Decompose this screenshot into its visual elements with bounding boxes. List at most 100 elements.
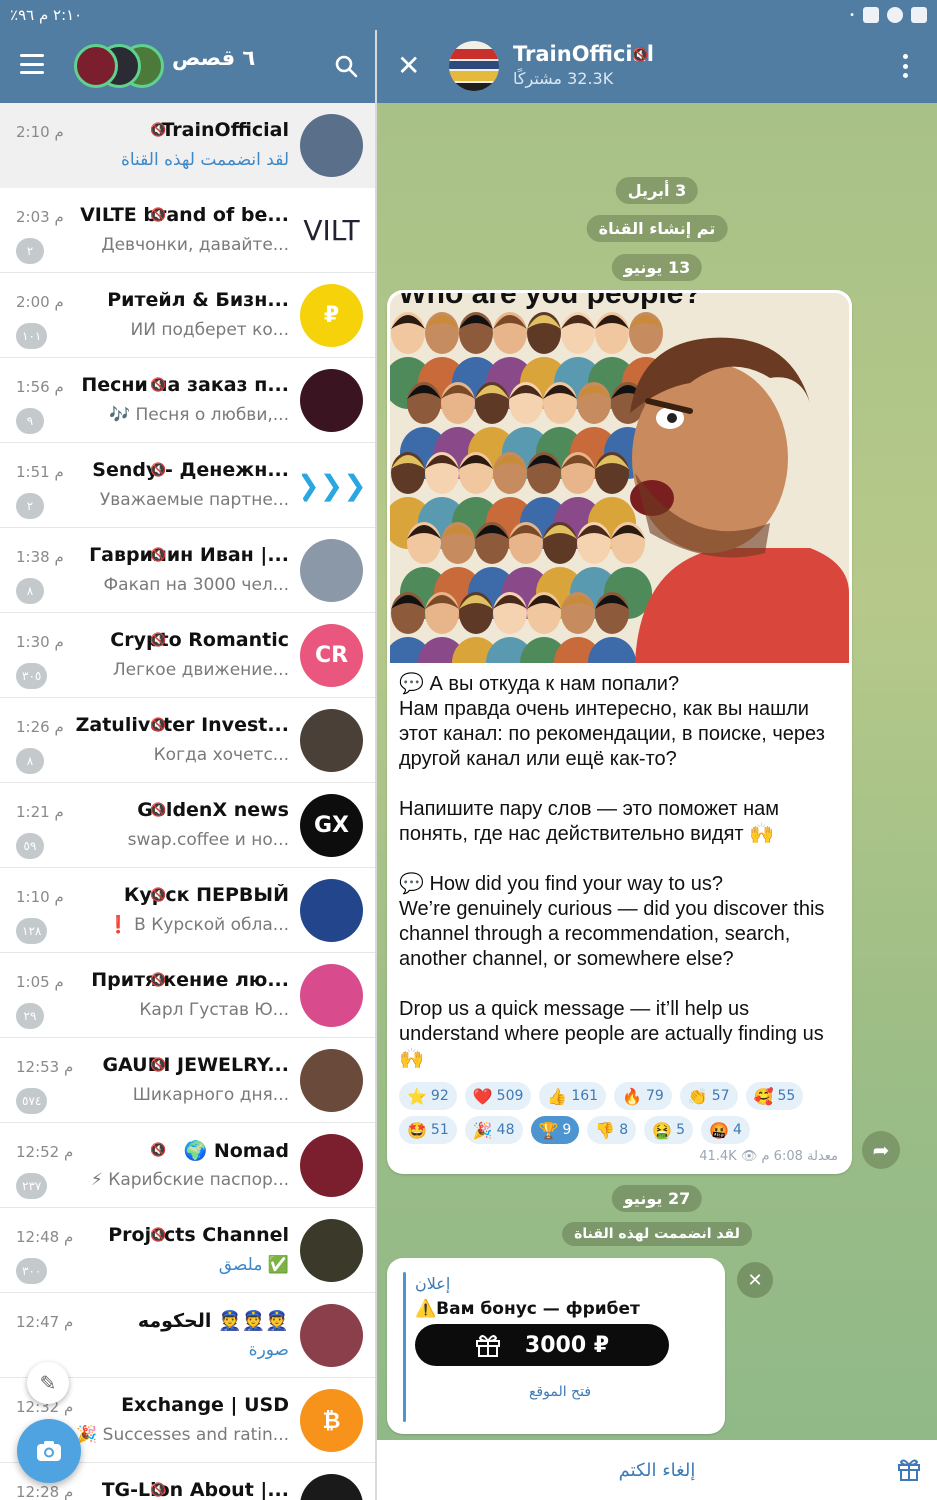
chat-row[interactable]: Zatuliveter Invest... 🔇 1:26 م Когда хочетс… (0, 698, 375, 783)
reaction-chip[interactable]: ❤️ 509 (464, 1082, 532, 1110)
chat-row[interactable]: VILT VILTE brand of be... 🔇 2:03 م Девчонки,… (0, 188, 375, 273)
ad-open-site-link[interactable]: فتح الموقع (415, 1384, 705, 1400)
chat-name: Притяжение лю... (91, 969, 289, 991)
chat-time: 1:10 م (16, 888, 64, 906)
muted-icon: 🔇 (150, 633, 167, 648)
channel-pane: ✕ TrainOfficial 🔇 32.3K مشتركًا 3 أبريل … (377, 0, 937, 1500)
unmute-button[interactable]: إلغاء الكتم (377, 1440, 937, 1500)
reaction-emoji: 🤬 (709, 1120, 729, 1140)
reaction-chip[interactable]: 🤩 51 (399, 1116, 457, 1144)
stories-title[interactable]: ٦ قصص (172, 46, 255, 70)
reaction-chip[interactable]: 👍 161 (539, 1082, 607, 1110)
reaction-chip[interactable]: 🔥 79 (614, 1082, 672, 1110)
reaction-chip[interactable]: 🥰 55 (745, 1082, 804, 1110)
chat-row[interactable]: CR Crypto Romantic 🔇 1:30 م Легкое движение.… (0, 613, 375, 698)
reaction-chip[interactable]: 🤬 4 (701, 1116, 750, 1144)
chat-preview: Факап на 3000 чел... (103, 575, 289, 595)
chat-avatar[interactable]: VILT (300, 199, 363, 262)
chat-list: TrainOfficial 🔇 2:10 م لقد انضممت لهذه القن… (0, 103, 375, 1500)
chat-row[interactable]: TrainOfficial 🔇 2:10 م لقد انضممت لهذه القن… (0, 103, 375, 188)
ad-label: إعلان (415, 1274, 451, 1293)
chat-avatar[interactable]: ₽ (300, 284, 363, 347)
post-image[interactable]: Who are you people? (390, 293, 849, 663)
chat-avatar[interactable]: ❯❯❯ (300, 454, 363, 517)
chat-avatar[interactable] (300, 709, 363, 772)
chat-name: Ритейл & Бизн... (107, 289, 289, 311)
chat-avatar[interactable] (300, 1304, 363, 1367)
chat-time: 2:10 م (16, 123, 64, 141)
chat-row[interactable]: GX GoldenX news 🔇 1:21 م swap.coffee и но...… (0, 783, 375, 868)
ad-button[interactable]: 3000 ₽ (415, 1324, 669, 1366)
chat-avatar[interactable] (300, 1134, 363, 1197)
chat-avatar[interactable] (300, 114, 363, 177)
date-pill: 27 يونيو (611, 1185, 703, 1212)
muted-icon: 🔇 (150, 378, 167, 393)
chat-preview: صورة (248, 1340, 289, 1360)
reaction-emoji: 🏆 (538, 1120, 559, 1140)
search-icon[interactable] (334, 54, 358, 78)
close-icon[interactable]: ✕ (737, 1262, 773, 1298)
reaction-chip[interactable]: 👎 8 (587, 1116, 637, 1144)
gift-icon (475, 1335, 500, 1357)
reaction-chip[interactable]: 🎉 48 (464, 1116, 523, 1144)
channel-post[interactable]: Who are you people? 💬 А вы откуда к нам … (387, 290, 852, 1174)
chat-row[interactable]: Projects Channel 🔇 12:48 م ✅ ملصق ٣٠٠ (0, 1208, 375, 1293)
chat-row[interactable]: Гаврилин Иван |... 🔇 1:38 م Факап на 3000 ч… (0, 528, 375, 613)
unread-badge: ٣٠٠ (16, 1258, 48, 1284)
chat-avatar[interactable]: ₿ (300, 1389, 363, 1452)
post-paragraph: Drop us a quick message — it’ll help us … (399, 998, 824, 1070)
chat-preview: Карл Густав Ю... (139, 1000, 289, 1020)
chat-avatar[interactable] (300, 879, 363, 942)
channel-avatar[interactable] (449, 41, 499, 91)
post-paragraph: 💬 А вы откуда к нам попали? Нам правда о… (399, 673, 825, 770)
reaction-chip[interactable]: 🏆 9 (530, 1116, 580, 1144)
reaction-chip[interactable]: 🤮 5 (644, 1116, 694, 1144)
reaction-count: 48 (496, 1122, 515, 1138)
chat-name: Zatuliveter Invest... (75, 714, 289, 736)
reaction-chip[interactable]: ⭐ 92 (399, 1082, 457, 1110)
chat-row[interactable]: ❯❯❯ Sendy - Денежн...🔇 1:51 م Уважаемые пар… (0, 443, 375, 528)
pencil-icon[interactable]: ✎ (27, 1362, 69, 1404)
kebab-menu-icon[interactable] (903, 54, 909, 78)
chat-row[interactable]: GAUDI JEWELRY... 🔇 12:53 م Шикарного дня...… (0, 1038, 375, 1123)
reaction-count: 4 (732, 1122, 742, 1138)
stories-strip[interactable] (74, 44, 164, 88)
chat-name: TG-Lion About |... (101, 1479, 289, 1500)
chat-avatar[interactable] (300, 539, 363, 602)
chat-name: 🌍 Nomad (183, 1140, 289, 1162)
service-message: تم إنشاء القناة (586, 215, 728, 242)
chat-row[interactable]: ₽ Ритейл & Бизн... 2:00 م ИИ подберет ко...… (0, 273, 375, 358)
status-icons: • (849, 7, 927, 23)
chat-preview: ⚡ Карибские паспор... (90, 1170, 289, 1190)
chat-name: Projects Channel (108, 1224, 289, 1246)
chat-row[interactable]: Песни на заказ п... 🔇 1:56 م 🎶 Песня о любв… (0, 358, 375, 443)
chat-avatar[interactable] (300, 964, 363, 1027)
chat-avatar[interactable]: CR (300, 624, 363, 687)
share-icon[interactable]: ➦ (862, 1131, 900, 1169)
unread-badge: ٩ (16, 408, 44, 434)
chat-row[interactable]: 🌍 Nomad 🔇 12:52 م ⚡ Карибские паспор... ٢٣٧ (0, 1123, 375, 1208)
hamburger-icon[interactable] (20, 54, 44, 74)
chat-avatar[interactable] (300, 369, 363, 432)
reaction-emoji: 🔥 (622, 1086, 642, 1106)
camera-icon (37, 1441, 61, 1461)
chat-avatar[interactable] (300, 1219, 363, 1282)
chat-avatar[interactable]: GX (300, 794, 363, 857)
close-icon[interactable]: ✕ (397, 52, 420, 80)
reaction-chip[interactable]: 👏 57 (679, 1082, 738, 1110)
chat-avatar[interactable] (300, 1049, 363, 1112)
post-meta: معدلة 6:08 م 👁 41.4K (699, 1149, 838, 1164)
chat-row[interactable]: Курск ПЕРВЫЙ 🔇 1:10 م ❗ В Курской обла... ١٢… (0, 868, 375, 953)
chat-preview: 🎶 Песня о любви,... (108, 405, 289, 425)
chat-name: Sendy - Денежн... (92, 459, 289, 481)
sponsored-message[interactable]: إعلان ⚠️Вам бонус — фрибет 3000 ₽ فتح ال… (387, 1258, 725, 1434)
chat-avatar[interactable] (300, 1474, 363, 1500)
subscriber-count: 32.3K مشتركًا (513, 69, 614, 88)
story-avatar[interactable] (74, 44, 118, 88)
camera-button[interactable] (17, 1419, 81, 1483)
chat-name: Песни на заказ п... (81, 374, 289, 396)
chat-row[interactable]: Притяжение лю... 🔇 1:05 م Карл Густав Ю... ٢… (0, 953, 375, 1038)
gift-icon[interactable] (897, 1458, 921, 1482)
reaction-count: 8 (619, 1122, 629, 1138)
post-text: 💬 А вы откуда к нам попали? Нам правда о… (399, 672, 844, 1097)
